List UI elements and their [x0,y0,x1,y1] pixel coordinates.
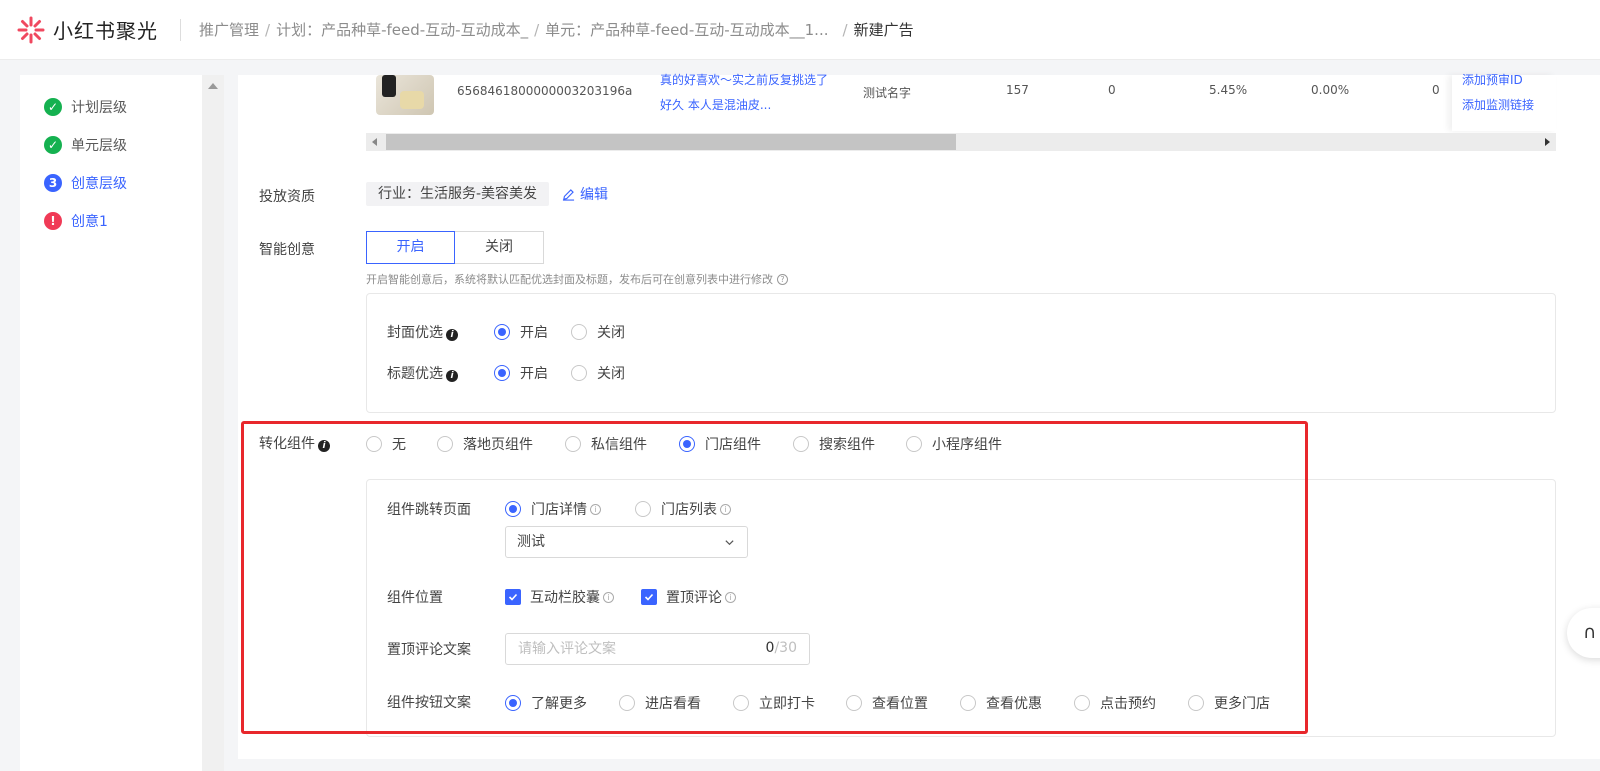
radio-label: 开启 [520,366,548,382]
error-icon: ! [44,212,62,230]
table-horizontal-scrollbar[interactable] [366,133,1556,151]
step-label: 创意层级 [71,176,127,192]
smart-creative-toggle: 开启 关闭 [366,231,544,264]
smart-creative-off-button[interactable]: 关闭 [455,231,544,264]
note-metric-cell: 157 [1006,83,1029,97]
add-monitor-link[interactable]: 添加监测链接 [1462,96,1534,113]
smart-creative-options-box [366,293,1556,413]
headset-icon: ∩ [1583,622,1597,643]
brand-name: 小红书聚光 [53,19,158,43]
scroll-left-icon[interactable] [372,138,377,146]
note-metric-cell: 0 [1432,83,1440,97]
qualification-label: 投放资质 [259,189,315,205]
edit-qualification-link[interactable]: 编辑 [562,184,608,204]
radio-label: 关闭 [597,325,625,341]
highlight-box [241,421,1308,734]
scroll-right-icon[interactable] [1545,138,1550,146]
step-label: 计划层级 [71,100,127,116]
hint-text: 开启智能创意后，系统将默认匹配优选封面及标题，发布后可在创意列表中进行修改 [366,273,773,286]
table-operations: 添加预审ID 添加监测链接 [1452,73,1556,131]
step-creative-level[interactable]: 3 创意层级 [20,164,202,202]
breadcrumb-unit[interactable]: 单元：产品种草-feed-互动-互动成本__1... [545,19,828,40]
note-author-cell: 测试名字 [863,86,912,100]
note-rate-cell: 5.45% [1209,83,1248,97]
title-optimize-label: 标题优选 i [387,363,458,383]
note-thumbnail [376,75,434,115]
top-header: 小红书聚光 推广管理 / 计划：产品种草-feed-互动-互动成本_ / 单元：… [0,0,1600,60]
smart-creative-label: 智能创意 [259,242,315,258]
breadcrumb-separator: / [842,20,848,39]
step-plan-level[interactable]: ✓ 计划层级 [20,88,202,126]
check-icon: ✓ [44,98,62,116]
scrollbar-thumb[interactable] [386,134,956,150]
info-icon[interactable]: i [446,370,458,382]
step-creative-1[interactable]: ! 创意1 [20,202,202,240]
title-optimize-text: 标题优选 [387,366,443,382]
scroll-up-icon[interactable] [208,83,218,89]
radio-circle [571,324,587,340]
sidebar-scrollbar[interactable] [202,75,224,771]
brand-logo[interactable]: 小红书聚光 [16,15,158,45]
step-label: 单元层级 [71,138,127,154]
info-icon[interactable]: i [446,329,458,341]
breadcrumb-plan[interactable]: 计划：产品种草-feed-互动-互动成本_ [276,19,528,40]
step-sidebar: ✓ 计划层级 ✓ 单元层级 3 创意层级 ! 创意1 [20,75,202,771]
note-rate-cell: 0.00% [1311,83,1350,97]
title-optimize-on-radio[interactable]: 开启 [494,363,548,383]
smart-creative-hint: 开启智能创意后，系统将默认匹配优选封面及标题，发布后可在创意列表中进行修改 ? [366,271,788,287]
radio-circle [571,365,587,381]
step-label: 创意1 [71,214,108,230]
radio-circle [494,324,510,340]
step-number-icon: 3 [44,174,62,192]
cover-optimize-label: 封面优选 i [387,322,458,342]
industry-tag: 行业：生活服务-美容美发 [366,182,550,206]
cover-optimize-on-radio[interactable]: 开启 [494,322,548,342]
smart-creative-on-button[interactable]: 开启 [366,231,455,264]
title-optimize-off-radio[interactable]: 关闭 [571,363,625,383]
note-id-cell: 6568461800000003203196a [457,84,633,98]
note-title-cell-line2[interactable]: 好久 本人是混油皮... [660,96,771,113]
check-icon: ✓ [44,136,62,154]
breadcrumb-promotion[interactable]: 推广管理 [199,19,259,40]
brand-logo-icon [17,16,45,43]
radio-label: 关闭 [597,366,625,382]
cover-optimize-text: 封面优选 [387,325,443,341]
note-title-cell[interactable]: 真的好喜欢～实之前反复挑选了 [660,71,828,88]
question-icon[interactable]: ? [777,273,788,285]
cover-optimize-off-radio[interactable]: 关闭 [571,322,625,342]
header-divider [180,18,181,41]
pencil-icon [562,188,575,201]
note-metric-cell: 0 [1108,83,1116,97]
breadcrumb: 推广管理 / 计划：产品种草-feed-互动-互动成本_ / 单元：产品种草-f… [199,19,914,40]
breadcrumb-current: 新建广告 [853,21,914,39]
radio-label: 开启 [520,325,548,341]
breadcrumb-separator: / [265,20,271,39]
add-review-id-link[interactable]: 添加预审ID [1462,71,1523,88]
radio-circle [494,365,510,381]
breadcrumb-separator: / [534,20,540,39]
edit-label: 编辑 [580,187,608,203]
step-unit-level[interactable]: ✓ 单元层级 [20,126,202,164]
